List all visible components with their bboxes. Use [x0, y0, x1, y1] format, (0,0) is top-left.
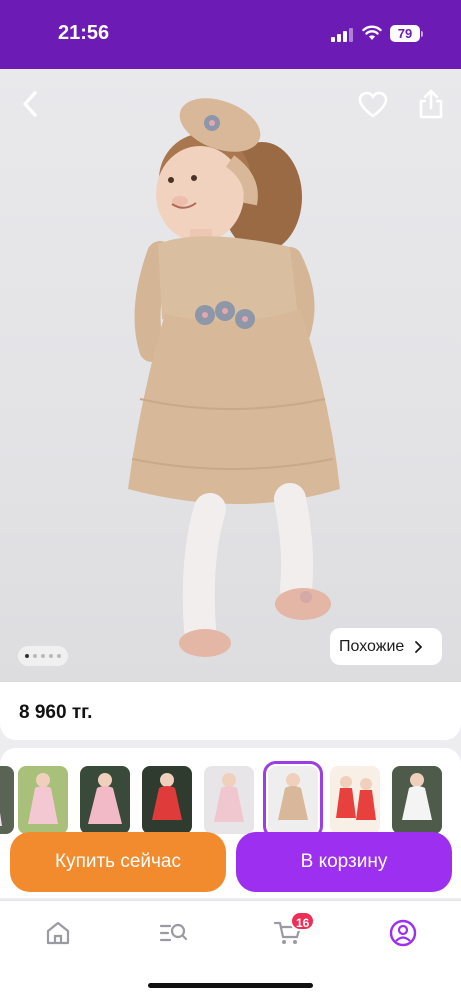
product-photo-illustration	[128, 98, 340, 657]
share-icon	[419, 89, 443, 119]
product-price: 8 960 тг.	[19, 702, 93, 723]
similar-label: Похожие	[339, 637, 405, 655]
variant-image	[0, 812, 2, 826]
tab-home[interactable]	[40, 915, 76, 951]
buy-now-button[interactable]: Купить сейчас	[10, 832, 226, 892]
variant-image	[402, 773, 432, 820]
variant-thumbnail[interactable]	[0, 766, 14, 834]
gallery-dot	[57, 654, 61, 658]
heart-icon	[358, 91, 388, 118]
variant-thumbnail[interactable]	[18, 766, 68, 834]
status-time: 21:56	[58, 22, 110, 44]
variant-thumbnail-selected[interactable]	[263, 761, 323, 839]
variant-image	[28, 773, 58, 824]
signal-icon	[331, 28, 353, 42]
share-button[interactable]	[415, 88, 447, 120]
battery-tip	[421, 31, 423, 37]
variant-image	[214, 773, 244, 822]
similar-products-button[interactable]: Похожие	[330, 628, 442, 665]
variant-image	[336, 776, 376, 820]
battery-icon: 79	[390, 25, 420, 42]
wifi-icon	[362, 25, 382, 40]
variant-thumbnail[interactable]	[330, 766, 380, 834]
price-card: 8 960 тг.	[0, 682, 461, 740]
gallery-pagination[interactable]	[18, 646, 68, 666]
variant-thumbnail[interactable]	[204, 766, 254, 834]
product-image[interactable]	[0, 69, 461, 682]
tab-catalog[interactable]	[155, 915, 191, 951]
gallery-dot	[41, 654, 45, 658]
chevron-right-icon	[415, 640, 423, 653]
status-bar: 21:56 79	[0, 0, 461, 69]
back-button[interactable]	[14, 88, 46, 120]
catalog-search-icon	[159, 923, 188, 942]
gallery-dot	[25, 654, 29, 658]
gallery-dot	[33, 654, 37, 658]
gallery-dot	[49, 654, 53, 658]
tab-profile[interactable]	[385, 915, 421, 951]
variant-image	[278, 773, 308, 820]
variant-image	[152, 773, 182, 820]
add-to-cart-button[interactable]: В корзину	[236, 832, 452, 892]
favorite-button[interactable]	[357, 89, 389, 121]
back-icon	[23, 91, 37, 117]
variant-thumbnail[interactable]	[142, 766, 192, 834]
home-indicator	[148, 983, 313, 988]
variant-thumbnail[interactable]	[392, 766, 442, 834]
variant-image	[88, 773, 122, 824]
variant-thumbnail[interactable]	[80, 766, 130, 834]
home-icon	[46, 921, 70, 945]
cart-badge: 16	[290, 911, 316, 931]
profile-icon	[389, 919, 417, 947]
